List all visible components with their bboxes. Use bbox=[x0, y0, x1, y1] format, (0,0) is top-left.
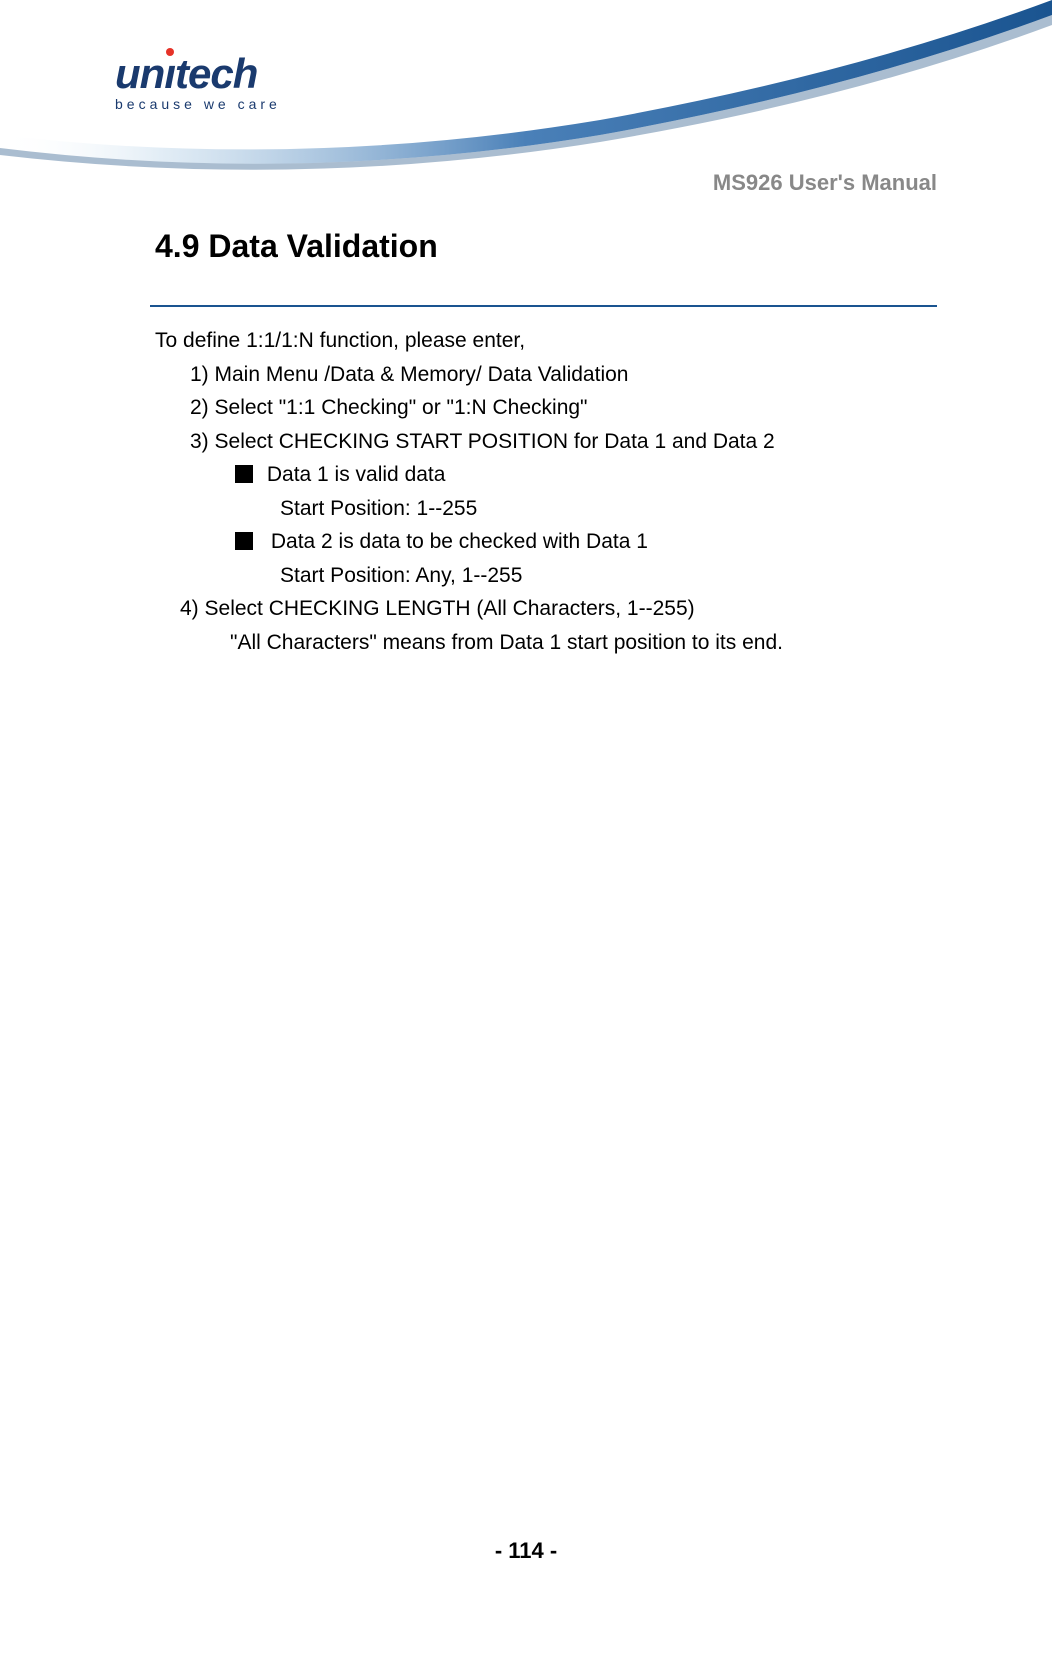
bullet-1-detail: Start Position: 1--255 bbox=[155, 493, 937, 525]
square-bullet-icon bbox=[235, 465, 253, 483]
section-divider bbox=[150, 305, 937, 307]
step-2: 2) Select "1:1 Checking" or "1:N Checkin… bbox=[155, 392, 937, 424]
manual-title: MS926 User's Manual bbox=[713, 170, 937, 196]
logo-text: unıtech bbox=[115, 50, 315, 98]
page-header: unıtech because we care MS926 User's Man… bbox=[0, 0, 1052, 200]
step-3: 3) Select CHECKING START POSITION for Da… bbox=[155, 426, 937, 458]
step-4-detail: "All Characters" means from Data 1 start… bbox=[155, 627, 937, 659]
bullet-1-text: Data 1 is valid data bbox=[267, 463, 446, 486]
page-number: - 114 - bbox=[0, 1538, 1052, 1564]
bullet-2: Data 2 is data to be checked with Data 1 bbox=[155, 526, 937, 558]
section-title: 4.9 Data Validation bbox=[155, 228, 937, 265]
body-text: To define 1:1/1:N function, please enter… bbox=[155, 325, 937, 658]
step-4: 4) Select CHECKING LENGTH (All Character… bbox=[155, 593, 937, 625]
step-1: 1) Main Menu /Data & Memory/ Data Valida… bbox=[155, 359, 937, 391]
bullet-2-text: Data 2 is data to be checked with Data 1 bbox=[271, 530, 648, 553]
bullet-2-detail: Start Position: Any, 1--255 bbox=[155, 560, 937, 592]
intro-text: To define 1:1/1:N function, please enter… bbox=[155, 325, 937, 357]
logo: unıtech because we care bbox=[115, 50, 315, 112]
bullet-1: Data 1 is valid data bbox=[155, 459, 937, 491]
square-bullet-icon bbox=[235, 532, 253, 550]
logo-tagline: because we care bbox=[115, 96, 315, 112]
main-content: 4.9 Data Validation To define 1:1/1:N fu… bbox=[0, 228, 1052, 658]
